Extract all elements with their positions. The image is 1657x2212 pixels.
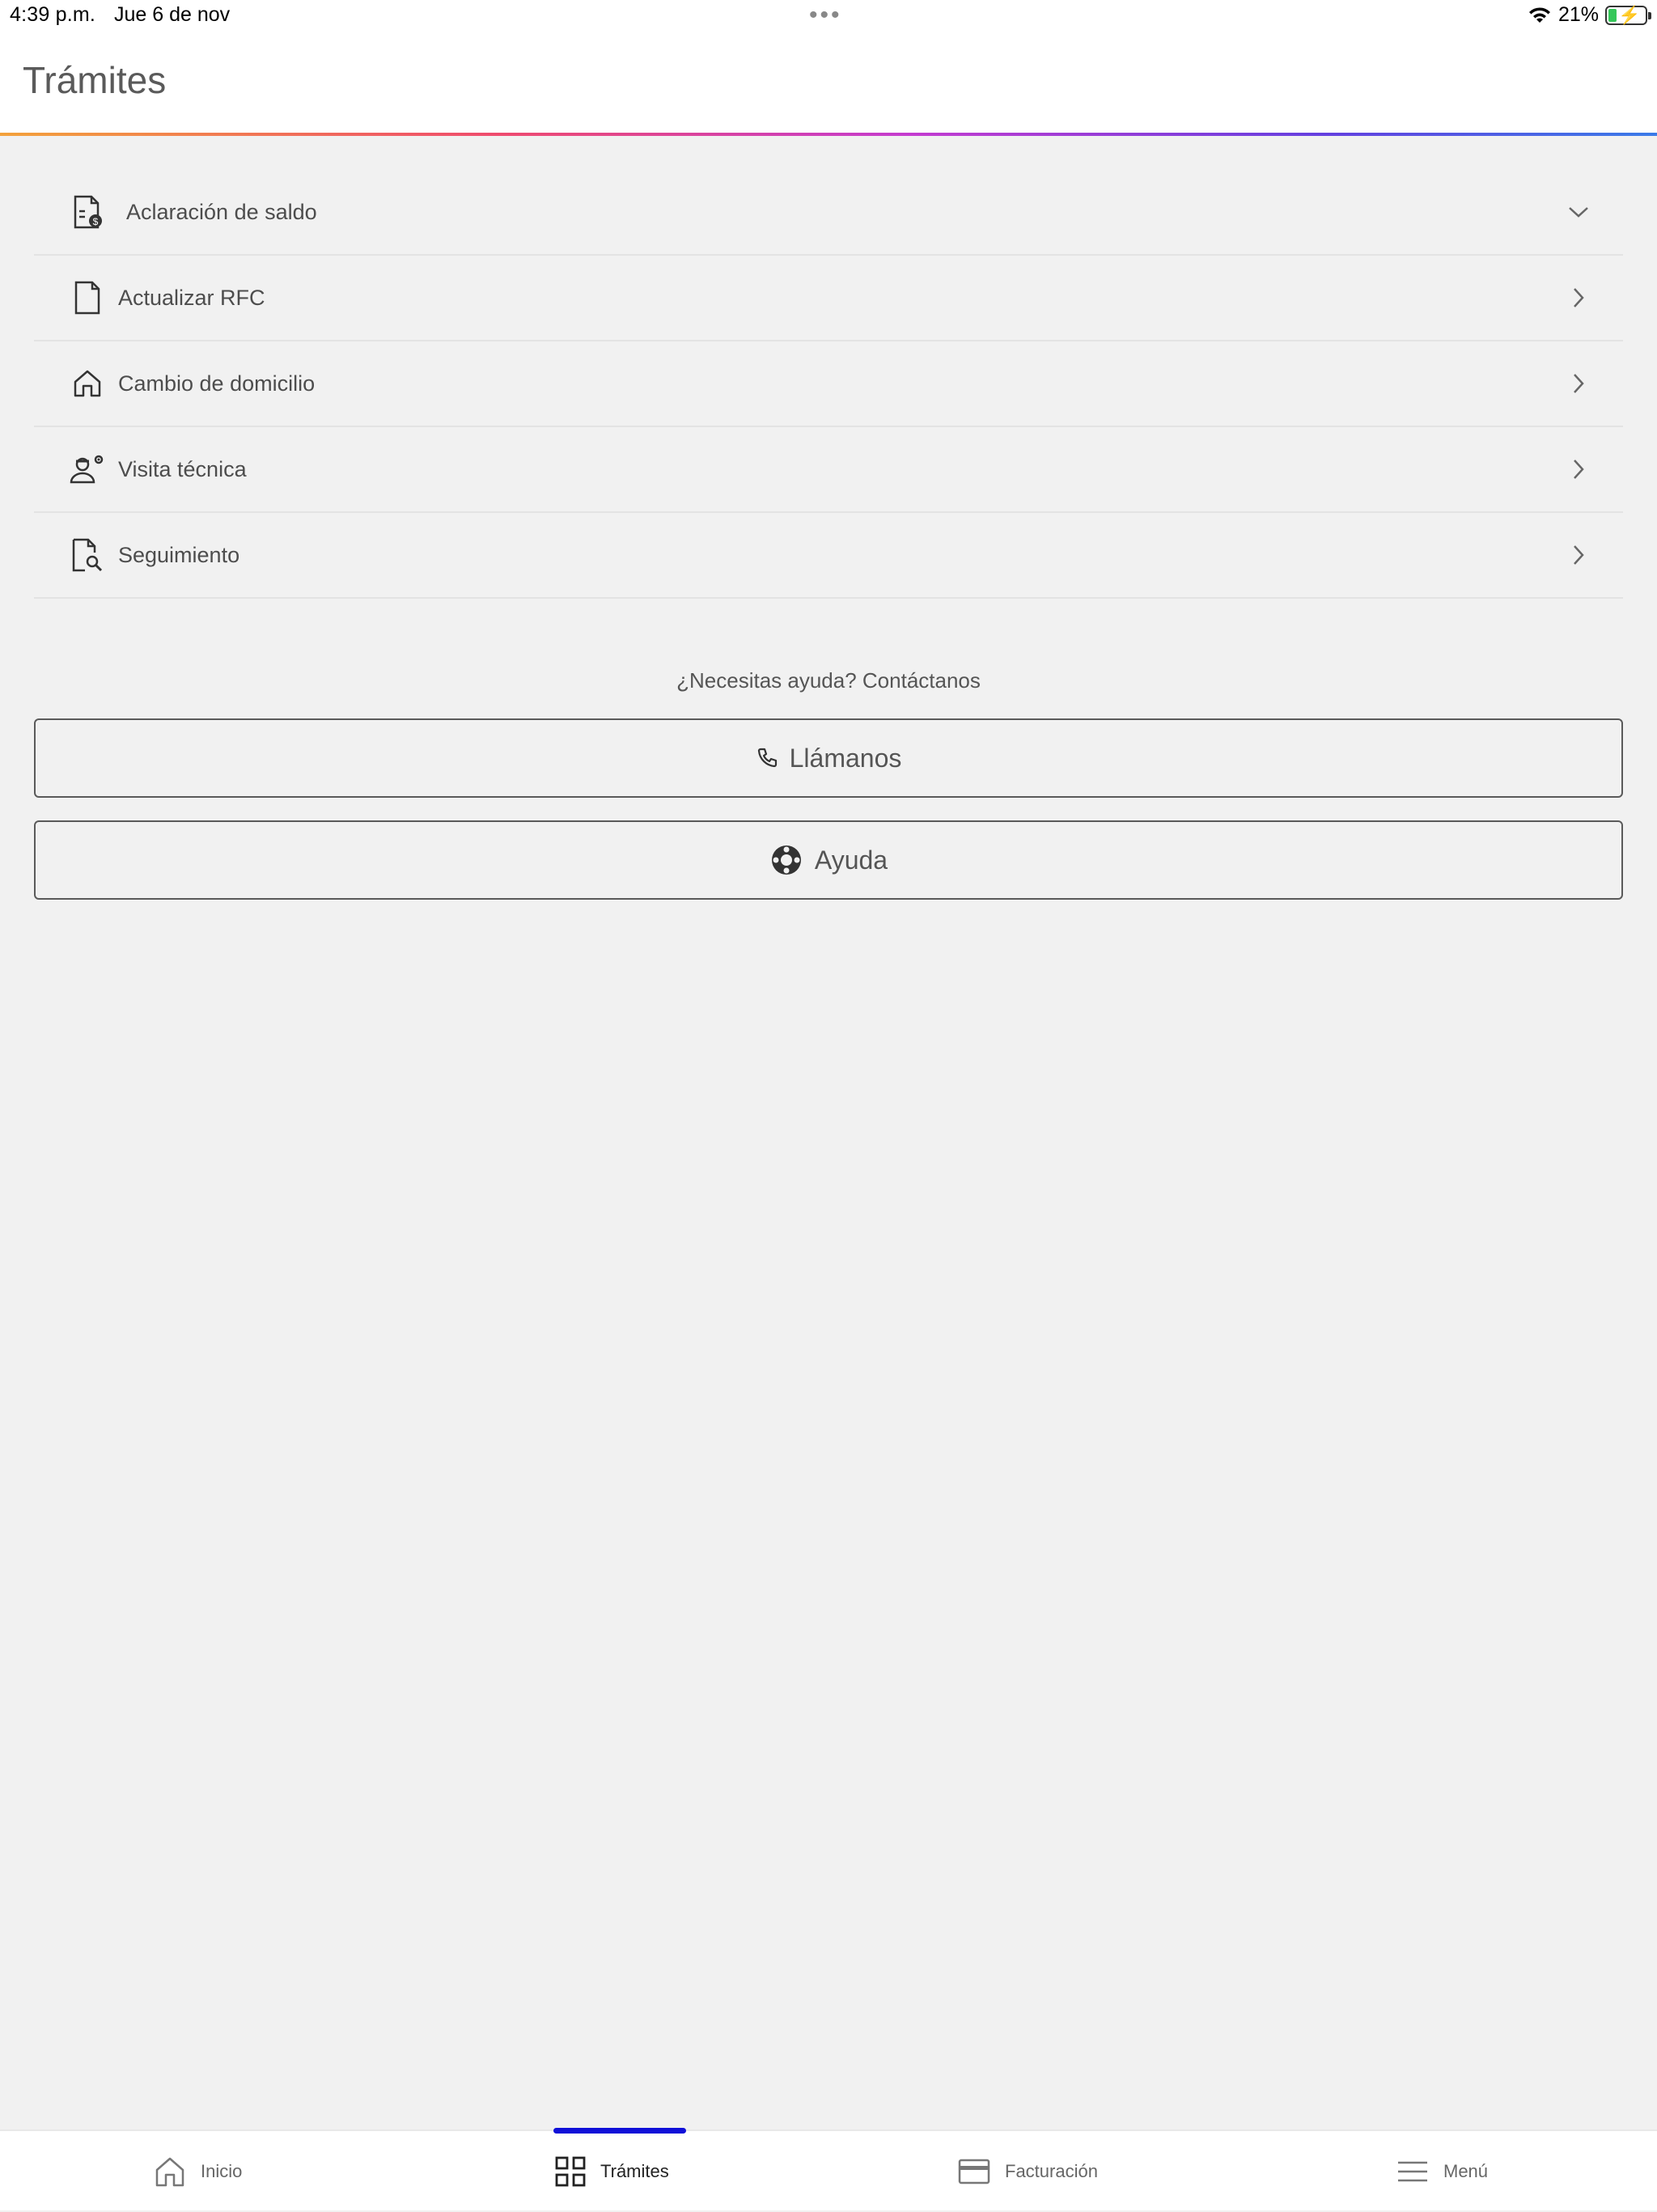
help-button[interactable]: Ayuda — [34, 820, 1623, 900]
list-item-seguimiento[interactable]: Seguimiento — [34, 513, 1623, 599]
procedures-list: $ Aclaración de saldo Actualizar RFC Cam… — [34, 170, 1623, 599]
status-right: 21% ⚡ — [1528, 3, 1651, 27]
bottom-tab-bar: Inicio Trámites Facturación Menú — [0, 2128, 1657, 2212]
document-dollar-icon: $ — [70, 194, 105, 230]
grid-icon — [555, 2156, 586, 2187]
chevron-right-icon — [1566, 543, 1591, 567]
status-bar: 4:39 p.m. Jue 6 de nov ••• 21% ⚡ — [0, 0, 1657, 32]
item-label: Cambio de domicilio — [118, 371, 316, 396]
tab-label: Menú — [1443, 2161, 1489, 2181]
phone-icon — [757, 748, 777, 768]
svg-text:$: $ — [93, 216, 99, 227]
tab-label: Facturación — [1005, 2161, 1098, 2181]
list-item-cambio-domicilio[interactable]: Cambio de domicilio — [34, 341, 1623, 427]
help-button-label: Ayuda — [814, 845, 888, 875]
chevron-down-icon — [1566, 200, 1591, 224]
home-icon — [155, 2157, 184, 2187]
item-label: Visita técnica — [118, 456, 247, 481]
battery-icon: ⚡ — [1605, 5, 1651, 25]
tab-tramites[interactable]: Trámites — [555, 2131, 669, 2212]
page-title: Trámites — [23, 59, 167, 101]
house-icon — [70, 366, 105, 401]
status-date: Jue 6 de nov — [114, 3, 231, 26]
list-item-actualizar-rfc[interactable]: Actualizar RFC — [34, 256, 1623, 341]
document-icon — [70, 280, 105, 316]
multitask-dots-icon[interactable]: ••• — [809, 2, 842, 29]
technician-icon — [70, 451, 105, 487]
menu-icon — [1398, 2161, 1427, 2182]
call-button-label: Llámanos — [789, 743, 902, 773]
document-search-icon — [70, 537, 105, 573]
card-icon — [958, 2159, 990, 2184]
header-divider — [0, 133, 1657, 136]
tab-label: Trámites — [600, 2161, 669, 2181]
wifi-icon — [1528, 6, 1550, 23]
lifebuoy-icon — [771, 845, 801, 875]
battery-percent: 21% — [1557, 3, 1599, 26]
tab-label: Inicio — [201, 2161, 243, 2181]
call-button[interactable]: Llámanos — [34, 718, 1623, 798]
app-header: Trámites — [0, 32, 1657, 134]
tab-inicio[interactable]: Inicio — [154, 2131, 242, 2212]
chevron-right-icon — [1566, 286, 1591, 310]
list-item-visita-tecnica[interactable]: Visita técnica — [34, 427, 1623, 513]
list-item-aclaracion-saldo[interactable]: $ Aclaración de saldo — [34, 170, 1623, 256]
chevron-right-icon — [1566, 371, 1591, 396]
chevron-right-icon — [1566, 457, 1591, 481]
help-prompt: ¿Necesitas ayuda? Contáctanos — [676, 668, 981, 693]
item-label: Seguimiento — [118, 542, 240, 567]
item-label: Actualizar RFC — [118, 285, 265, 310]
tab-facturacion[interactable]: Facturación — [958, 2131, 1098, 2212]
item-label: Aclaración de saldo — [126, 199, 317, 224]
tab-menu[interactable]: Menú — [1396, 2131, 1488, 2212]
status-time: 4:39 p.m. — [10, 3, 96, 26]
